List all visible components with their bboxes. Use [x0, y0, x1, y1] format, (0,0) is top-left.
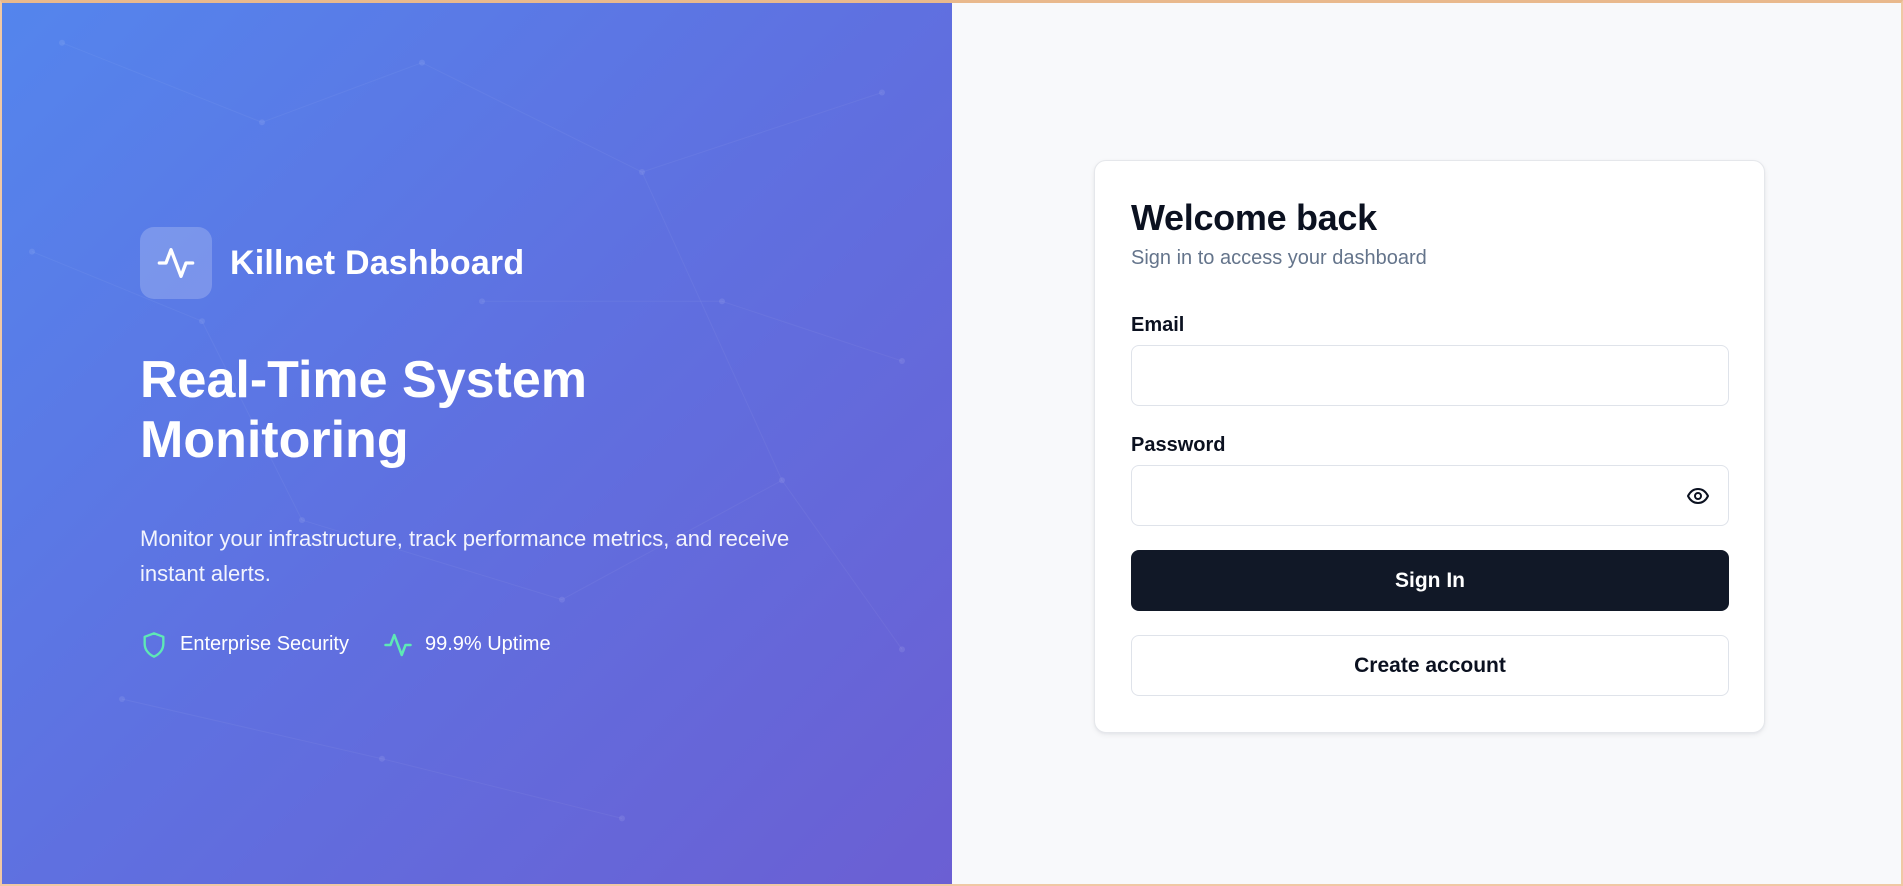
email-input-wrap [1131, 345, 1729, 406]
password-label: Password [1131, 434, 1226, 456]
auth-panel: Welcome back Sign in to access your dash… [952, 3, 1901, 884]
sign-in-button[interactable]: Sign In [1131, 550, 1729, 611]
feature-uptime: 99.9% Uptime [383, 630, 551, 660]
hero-headline: Real-Time System Monitoring [140, 351, 588, 469]
login-subtitle: Sign in to access your dashboard [1131, 247, 1427, 269]
hero-panel: Killnet Dashboard Real-Time System Monit… [2, 3, 952, 884]
email-field-group: Email [1131, 314, 1729, 406]
email-input[interactable] [1131, 345, 1729, 406]
activity-pulse-icon [157, 248, 195, 278]
feature-label: Enterprise Security [180, 633, 349, 656]
brand: Killnet Dashboard [140, 227, 820, 299]
login-card: Welcome back Sign in to access your dash… [1094, 160, 1765, 733]
password-input[interactable] [1131, 465, 1729, 526]
eye-icon [1687, 487, 1709, 504]
feature-enterprise-security: Enterprise Security [140, 631, 349, 659]
password-field-group: Password [1131, 434, 1729, 526]
feature-label: 99.9% Uptime [424, 633, 551, 656]
brand-logo [140, 227, 212, 299]
shield-icon [143, 632, 165, 658]
login-title: Welcome back [1131, 197, 1377, 238]
app-window: Killnet Dashboard Real-Time System Monit… [0, 0, 1903, 886]
hero-description: Monitor your infrastructure, track perfo… [140, 525, 790, 587]
show-password-button[interactable] [1682, 480, 1714, 512]
create-account-button[interactable]: Create account [1131, 635, 1729, 696]
activity-pulse-icon [384, 633, 412, 657]
password-input-wrap [1131, 465, 1729, 526]
feature-list: Enterprise Security 99.9% Uptime [140, 630, 820, 660]
hero-content: Killnet Dashboard Real-Time System Monit… [140, 227, 820, 660]
brand-name: Killnet Dashboard [230, 243, 525, 282]
email-label: Email [1131, 314, 1185, 336]
